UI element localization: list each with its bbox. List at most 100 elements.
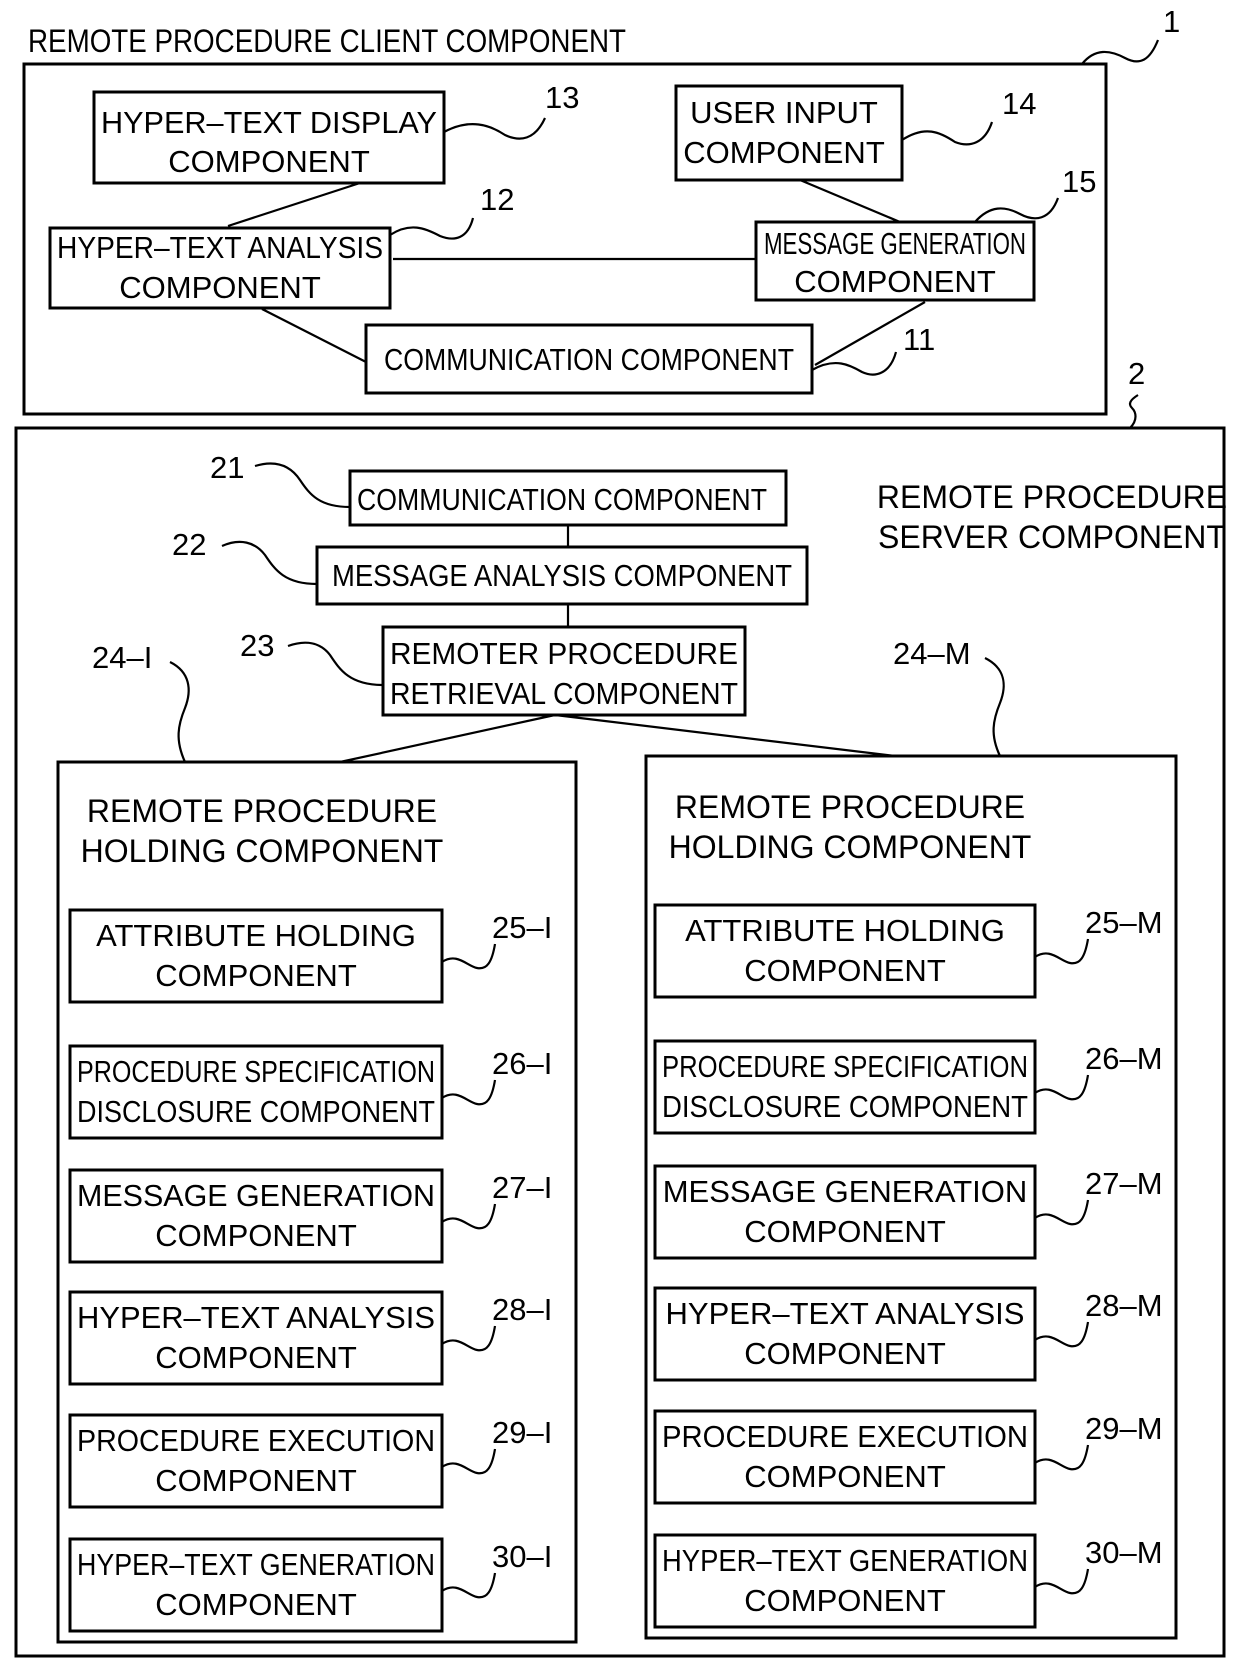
ref-label: 27–I: [492, 1170, 552, 1205]
ref-label: 29–I: [492, 1415, 552, 1450]
holding-item-label: COMPONENT: [155, 1218, 357, 1253]
ref-15: 15: [1062, 164, 1096, 199]
holding-item-label: HYPER–TEXT GENERATION: [662, 1543, 1028, 1578]
ref-leader-11: [811, 351, 898, 376]
holding-item-label: COMPONENT: [155, 1587, 357, 1622]
svg-text:HYPER–TEXT ANALYSIS: HYPER–TEXT ANALYSIS: [57, 230, 383, 265]
holding-item-label: COMPONENT: [744, 1459, 946, 1494]
holding-item-label: HYPER–TEXT ANALYSIS: [666, 1296, 1025, 1331]
ref-leader: [441, 1203, 497, 1230]
holding-item-label: PROCEDURE SPECIFICATION: [77, 1054, 435, 1089]
ref-label: 29–M: [1085, 1411, 1163, 1446]
holding-item-label: COMPONENT: [744, 1583, 946, 1618]
holding-item-label: PROCEDURE EXECUTION: [662, 1419, 1028, 1454]
ref-22: 22: [172, 527, 206, 562]
ref-leader-13: [443, 117, 547, 140]
block-diagram: REMOTE PROCEDURE CLIENT COMPONENT 1 HYPE…: [14, 4, 1227, 1658]
svg-text:REMOTER PROCEDURE: REMOTER PROCEDURE: [390, 636, 738, 671]
holding-item-m-4: HYPER–TEXT ANALYSIS COMPONENT 28–M: [653, 1286, 1163, 1382]
holding-item-label: COMPONENT: [155, 958, 357, 993]
svg-text:COMPONENT: COMPONENT: [119, 270, 321, 305]
ref-leader: [441, 1572, 497, 1599]
client-message-generation-component: MESSAGE GENERATION COMPONENT: [754, 220, 1036, 302]
holding-item-label: COMPONENT: [155, 1463, 357, 1498]
server-ref: 2: [1128, 356, 1145, 391]
holding-item-label: COMPONENT: [155, 1340, 357, 1375]
svg-text:RETRIEVAL COMPONENT: RETRIEVAL COMPONENT: [390, 676, 738, 711]
ref-label: 26–M: [1085, 1041, 1163, 1076]
ref-leader: [441, 1448, 497, 1475]
ref-12: 12: [480, 182, 514, 217]
holding-item-label: HYPER–TEXT ANALYSIS: [77, 1300, 435, 1335]
ref-leader-14: [901, 121, 994, 146]
svg-text:MESSAGE GENERATION: MESSAGE GENERATION: [764, 226, 1026, 261]
server-ref-leader: [1128, 394, 1139, 429]
svg-text:COMPONENT: COMPONENT: [794, 264, 996, 299]
connector-retrieval-holding-i: [339, 713, 556, 764]
holding-item-label: ATTRIBUTE HOLDING: [96, 918, 416, 953]
client-ref: 1: [1163, 4, 1180, 39]
holding-item-i-5: PROCEDURE EXECUTION COMPONENT 29–I: [68, 1413, 552, 1509]
holding-item-m-6: HYPER–TEXT GENERATION COMPONENT 30–M: [653, 1533, 1163, 1629]
server-communication-component: COMMUNICATION COMPONENT: [348, 469, 788, 527]
client-title: REMOTE PROCEDURE CLIENT COMPONENT: [28, 23, 626, 59]
svg-text:USER INPUT: USER INPUT: [690, 95, 878, 130]
ref-13: 13: [545, 80, 579, 115]
svg-text:HOLDING COMPONENT: HOLDING COMPONENT: [81, 833, 444, 869]
connector-analysis-comm: [261, 308, 367, 363]
message-analysis-component: MESSAGE ANALYSIS COMPONENT: [315, 545, 809, 606]
svg-text:HOLDING COMPONENT: HOLDING COMPONENT: [669, 829, 1032, 865]
holding-item-i-3: MESSAGE GENERATION COMPONENT 27–I: [68, 1168, 552, 1264]
client-communication-component: COMMUNICATION COMPONENT: [364, 323, 814, 395]
ref-label: 25–I: [492, 910, 552, 945]
ref-label: 28–M: [1085, 1288, 1163, 1323]
ref-leader: [441, 1325, 497, 1352]
connector-retrieval-holding-m: [554, 713, 896, 758]
holding-item-i-1: ATTRIBUTE HOLDING COMPONENT 25–I: [68, 908, 552, 1004]
ref-leader: [1034, 1321, 1090, 1348]
holding-item-m-3: MESSAGE GENERATION COMPONENT 27–M: [653, 1164, 1163, 1260]
ref-leader-24-m: [984, 657, 1005, 757]
svg-text:HYPER–TEXT DISPLAY: HYPER–TEXT DISPLAY: [101, 105, 437, 140]
ref-label: 30–M: [1085, 1535, 1163, 1570]
ref-leader: [1034, 1199, 1090, 1226]
ref-leader: [441, 1079, 497, 1106]
ref-leader-22: [221, 540, 318, 586]
connector-userinput-msggen: [799, 178, 901, 224]
ref-leader-12: [389, 217, 475, 240]
holding-item-m-1: ATTRIBUTE HOLDING COMPONENT 25–M: [653, 903, 1163, 999]
svg-text:MESSAGE ANALYSIS COMPONENT: MESSAGE ANALYSIS COMPONENT: [332, 558, 792, 593]
holding-item-label: COMPONENT: [744, 953, 946, 988]
ref-leader: [1034, 1568, 1090, 1595]
holding-item-label: HYPER–TEXT GENERATION: [77, 1547, 435, 1582]
ref-leader-21: [254, 462, 351, 509]
ref-21: 21: [210, 450, 244, 485]
holding-item-i-6: HYPER–TEXT GENERATION COMPONENT 30–I: [68, 1537, 552, 1633]
holding-item-label: DISCLOSURE COMPONENT: [662, 1089, 1028, 1124]
svg-text:REMOTE PROCEDURE: REMOTE PROCEDURE: [675, 789, 1025, 825]
connector-display-analysis: [227, 181, 361, 228]
holding-item-m-5: PROCEDURE EXECUTION COMPONENT 29–M: [653, 1409, 1163, 1505]
retrieval-component: REMOTER PROCEDURE RETRIEVAL COMPONENT: [381, 625, 747, 717]
holding-item-label: PROCEDURE EXECUTION: [77, 1423, 435, 1458]
svg-text:COMPONENT: COMPONENT: [168, 144, 370, 179]
ref-leader-24-i: [169, 661, 190, 763]
ref-24-i: 24–I: [92, 640, 152, 675]
ref-leader-15: [974, 197, 1060, 223]
ref-leader: [1034, 1444, 1090, 1471]
svg-text:REMOTE PROCEDURE: REMOTE PROCEDURE: [87, 793, 437, 829]
ref-label: 30–I: [492, 1539, 552, 1574]
ref-leader: [1034, 1074, 1090, 1101]
ref-leader-23: [287, 641, 384, 687]
ref-14: 14: [1002, 86, 1036, 121]
ref-leader: [1034, 938, 1090, 965]
server-title-line-1: REMOTE PROCEDURE: [877, 479, 1227, 515]
ref-label: 26–I: [492, 1046, 552, 1081]
svg-text:COMPONENT: COMPONENT: [683, 135, 885, 170]
holding-item-label: MESSAGE GENERATION: [663, 1174, 1028, 1209]
holding-item-label: ATTRIBUTE HOLDING: [685, 913, 1005, 948]
ref-label: 27–M: [1085, 1166, 1163, 1201]
client-ref-leader: [1081, 39, 1160, 65]
holding-item-i-2: PROCEDURE SPECIFICATION DISCLOSURE COMPON…: [68, 1044, 552, 1140]
holding-item-i-4: HYPER–TEXT ANALYSIS COMPONENT 28–I: [68, 1290, 552, 1386]
